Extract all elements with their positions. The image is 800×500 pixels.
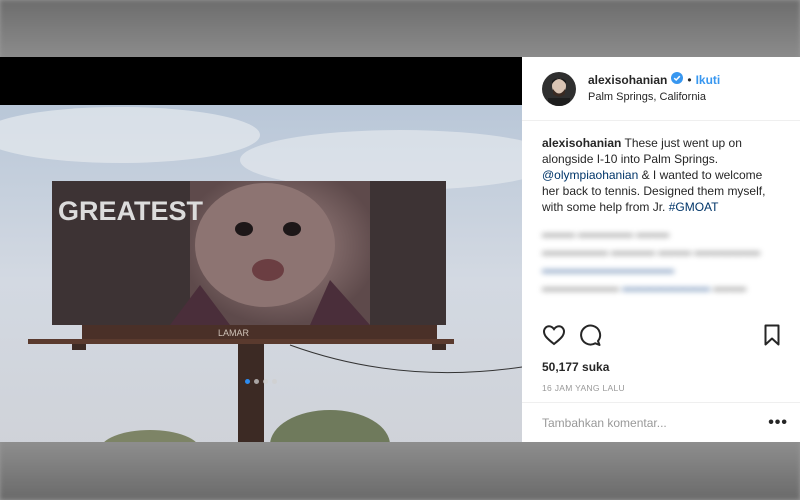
post-caption: alexisohanian These just went up on alon… xyxy=(522,121,800,313)
comment-icon[interactable] xyxy=(578,323,602,347)
separator-dot: • xyxy=(687,72,692,87)
carousel-dots xyxy=(0,379,522,384)
carousel-dot-1[interactable] xyxy=(245,379,250,384)
location-link[interactable]: Palm Springs, California xyxy=(588,91,720,105)
billboard-brand: LAMAR xyxy=(218,328,250,338)
post-timestamp[interactable]: 16 JAM YANG LALU xyxy=(542,383,625,393)
post-modal: GREATEST LAMAR alexisohanian • Ikuti Pal… xyxy=(0,57,800,442)
bookmark-icon[interactable] xyxy=(760,323,784,347)
verified-badge-icon xyxy=(671,72,684,88)
follow-button[interactable]: Ikuti xyxy=(696,73,721,88)
heart-icon[interactable] xyxy=(542,323,566,347)
more-options-icon[interactable]: ••• xyxy=(768,414,788,432)
carousel-dot-2[interactable] xyxy=(254,379,259,384)
caption-username[interactable]: alexisohanian xyxy=(542,136,621,150)
post-panel: alexisohanian • Ikuti Palm Springs, Cali… xyxy=(522,57,800,442)
username-link[interactable]: alexisohanian xyxy=(588,73,667,88)
billboard-headline: GREATEST xyxy=(58,196,204,226)
likes-count[interactable]: 50,177 suka xyxy=(542,360,609,374)
carousel-dot-4[interactable] xyxy=(272,379,277,384)
carousel-dot-3[interactable] xyxy=(263,379,268,384)
avatar[interactable] xyxy=(542,71,576,106)
comment-input[interactable] xyxy=(542,415,769,430)
caption-mention[interactable]: @olympiaohanian xyxy=(542,168,638,182)
caption-hashtag[interactable]: #GMOAT xyxy=(669,200,719,214)
post-header: alexisohanian • Ikuti Palm Springs, Cali… xyxy=(522,57,800,121)
comment-box: ••• xyxy=(522,402,800,442)
billboard-photo: GREATEST LAMAR xyxy=(0,105,522,442)
blurred-comments: ▬▬▬ ▬▬▬▬▬ ▬▬▬ ▬▬▬▬▬▬ ▬▬▬▬ ▬▬▬ ▬▬▬▬▬▬ ▬▬▬… xyxy=(542,228,761,294)
post-media[interactable]: GREATEST LAMAR xyxy=(0,57,522,442)
post-actions xyxy=(542,321,784,349)
